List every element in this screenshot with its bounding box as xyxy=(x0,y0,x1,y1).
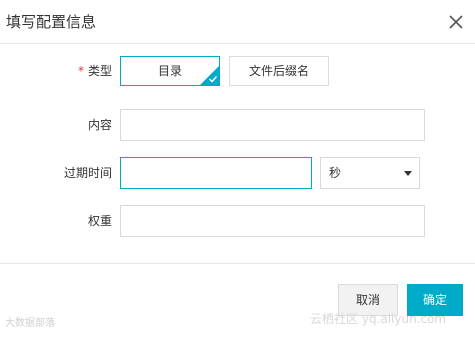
weight-label: 权重 xyxy=(87,214,112,228)
expire-label: 过期时间 xyxy=(63,166,112,180)
content-label: 内容 xyxy=(87,118,112,132)
content-input[interactable] xyxy=(120,109,425,141)
dialog-header: 填写配置信息 xyxy=(0,0,475,44)
required-mark: * xyxy=(77,64,84,78)
time-unit-select[interactable]: 秒 xyxy=(320,157,420,189)
type-option-directory[interactable]: 目录 xyxy=(120,56,220,86)
config-dialog: 填写配置信息 * 类型 目录 文件后缀名 内容 过期时间 秒 权重 取消 确定 大… xyxy=(0,0,475,337)
time-unit-value: 秒 xyxy=(329,166,342,180)
type-option-directory-label: 目录 xyxy=(157,64,182,78)
type-option-file-suffix-label: 文件后缀名 xyxy=(248,64,309,78)
footer-divider xyxy=(0,263,475,264)
type-label: * 类型 xyxy=(0,63,112,79)
chevron-down-icon xyxy=(404,171,412,176)
weight-input[interactable] xyxy=(120,205,425,237)
close-icon[interactable] xyxy=(446,12,466,32)
type-option-file-suffix[interactable]: 文件后缀名 xyxy=(229,56,329,86)
expire-time-input[interactable] xyxy=(120,157,312,189)
watermark-right: 云栖社区 yq.aliyun.com xyxy=(310,312,447,326)
dialog-title: 填写配置信息 xyxy=(6,13,97,31)
watermark-left: 大数据部落 xyxy=(5,318,55,329)
type-label-text: 类型 xyxy=(87,64,112,78)
check-icon xyxy=(208,75,218,83)
